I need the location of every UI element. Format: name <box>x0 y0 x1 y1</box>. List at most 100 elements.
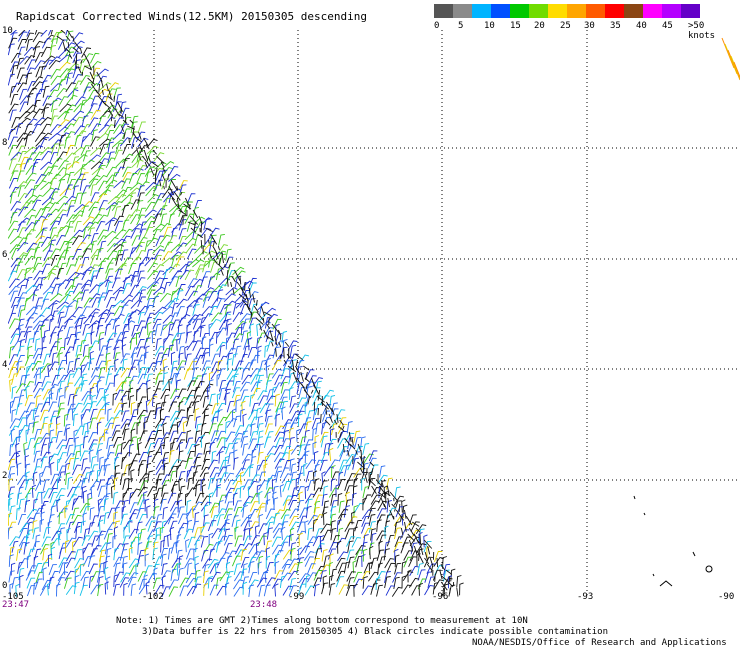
wind-barb <box>48 514 55 527</box>
note-line-1: Note: 1) Times are GMT 2)Times along bot… <box>116 616 528 626</box>
island-outline <box>643 512 646 516</box>
wind-barb <box>49 220 60 231</box>
wind-barb <box>251 448 257 462</box>
wind-barb <box>211 297 222 308</box>
wind-barb <box>72 248 82 260</box>
wind-barb <box>369 545 374 560</box>
wind-barb <box>50 293 63 302</box>
wind-barb <box>71 507 80 520</box>
wind-barb <box>56 583 61 597</box>
wind-barb <box>8 43 15 56</box>
wind-barb <box>240 556 250 568</box>
wind-barb <box>58 380 66 393</box>
wind-barb <box>39 137 50 148</box>
wind-barb <box>16 548 23 561</box>
wind-barb-edge <box>110 113 113 122</box>
wind-barb <box>456 575 462 588</box>
wind-barb <box>41 437 50 449</box>
wind-barb-edge <box>295 353 303 361</box>
wind-barb <box>192 501 203 512</box>
wind-barb <box>248 571 258 583</box>
wind-barb <box>266 313 278 323</box>
wind-map[interactable] <box>8 30 740 598</box>
wind-barb <box>18 55 31 65</box>
wind-barb <box>242 505 248 518</box>
wind-barb <box>136 382 147 393</box>
wind-barb-edge <box>75 53 78 64</box>
wind-barb <box>154 306 167 316</box>
wind-barb <box>203 543 214 554</box>
wind-barb <box>51 99 58 113</box>
wind-barb-edge <box>98 83 101 93</box>
wind-barb <box>337 551 348 562</box>
wind-barb <box>200 522 210 534</box>
wind-barb <box>26 555 32 569</box>
wind-barb <box>71 277 79 290</box>
wind-barb <box>32 32 43 43</box>
scale-swatch <box>548 4 567 18</box>
wind-barb <box>343 505 351 518</box>
wind-barb <box>82 323 90 336</box>
wind-barb-edge <box>304 377 310 383</box>
wind-barb <box>24 208 36 218</box>
wind-barb <box>97 296 106 308</box>
wind-barb <box>169 470 177 483</box>
wind-barb <box>129 379 134 393</box>
wind-barb <box>152 199 162 210</box>
wind-barb <box>10 562 16 576</box>
wind-barb <box>16 492 23 505</box>
scale-swatch <box>472 4 491 18</box>
wind-barb <box>73 387 81 399</box>
scale-swatch <box>586 4 605 18</box>
wind-barb <box>216 289 224 302</box>
wind-barb <box>79 192 87 205</box>
wind-barb <box>288 381 299 392</box>
wind-barb <box>162 506 168 520</box>
wind-barb <box>200 422 207 436</box>
wind-barb <box>80 136 88 149</box>
wind-barb <box>178 471 186 483</box>
wind-barb <box>41 536 51 548</box>
island-outline <box>652 573 655 577</box>
wind-barb <box>17 514 26 526</box>
wind-barb <box>113 374 119 387</box>
wind-barb <box>89 449 94 463</box>
wind-barb <box>128 547 134 561</box>
wind-barb-edge <box>400 527 404 536</box>
chart-title: Rapidscat Corrected Winds(12.5KM) 201503… <box>16 10 367 23</box>
wind-barb <box>47 383 59 394</box>
wind-barb <box>195 268 204 280</box>
wind-barb <box>87 421 92 435</box>
wind-barb <box>203 577 213 589</box>
wind-barb-edge <box>62 41 66 52</box>
lat-label-6: 6 <box>2 250 8 260</box>
wind-barb <box>43 329 49 343</box>
wind-barb <box>9 546 15 560</box>
wind-barb <box>81 289 89 301</box>
wind-barb <box>105 275 114 288</box>
wind-barb <box>97 282 105 295</box>
wind-barb <box>304 542 314 553</box>
wind-barb <box>178 555 184 569</box>
wind-barb <box>216 557 226 569</box>
wind-barb <box>128 443 134 457</box>
wind-barb <box>56 337 63 351</box>
wind-barb <box>34 578 43 590</box>
wind-barb <box>171 484 178 497</box>
wind-barb <box>26 362 37 374</box>
wind-barb <box>114 324 120 338</box>
wind-barb <box>107 365 115 378</box>
wind-barb-edge <box>212 239 216 246</box>
wind-barb <box>90 136 100 147</box>
wind-barb <box>265 547 271 561</box>
wind-barb <box>194 415 201 429</box>
wind-barb-edge <box>271 341 274 347</box>
wind-barb <box>18 394 25 408</box>
wind-barb <box>376 584 383 597</box>
wind-barb-plot <box>8 30 740 598</box>
wind-barb <box>175 275 184 288</box>
wind-barb <box>42 286 55 295</box>
wind-barb <box>95 208 106 219</box>
wind-barb <box>146 505 151 519</box>
wind-barb <box>48 564 57 576</box>
